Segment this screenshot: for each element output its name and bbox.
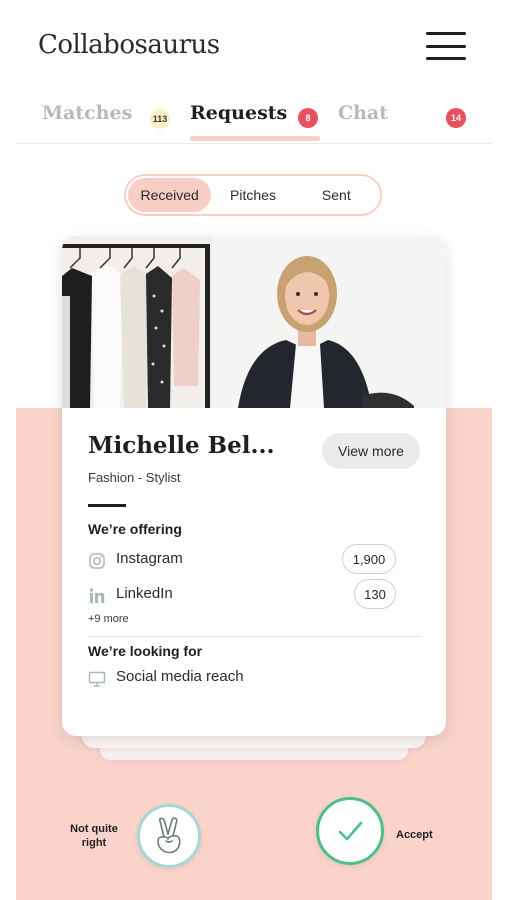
- monitor-icon: [88, 671, 106, 687]
- tab-requests[interactable]: Requests: [190, 102, 287, 124]
- offering-item-label: Instagram: [116, 550, 183, 567]
- offering-heading: We’re offering: [88, 521, 182, 537]
- follower-count-badge: 130: [354, 579, 396, 609]
- segment-received[interactable]: Received: [128, 178, 212, 212]
- tab-matches[interactable]: Matches: [42, 102, 132, 124]
- peace-hand-icon: [157, 817, 181, 854]
- looking-for-item-label: Social media reach: [116, 668, 244, 685]
- tab-bar: Matches 113 Requests 8 Chat 14: [16, 98, 492, 144]
- looking-for-heading: We’re looking for: [88, 643, 203, 659]
- matches-count-badge: 113: [150, 109, 170, 129]
- more-offerings-link[interactable]: +9 more: [88, 613, 129, 625]
- view-more-button[interactable]: View more: [322, 433, 420, 469]
- section-divider: [88, 636, 422, 637]
- offering-item-label: LinkedIn: [116, 585, 173, 602]
- tab-chat[interactable]: Chat: [338, 102, 388, 124]
- profile-category: Fashion - Stylist: [88, 470, 181, 485]
- decline-label: Not quite right: [70, 823, 118, 849]
- instagram-icon: [89, 553, 105, 569]
- checkmark-icon: [338, 821, 363, 841]
- profile-photo-illustration: [62, 236, 446, 408]
- section-divider: [88, 504, 126, 507]
- segment-pitches[interactable]: Pitches: [211, 178, 294, 212]
- decline-button[interactable]: [137, 804, 201, 868]
- follower-count-badge: 1,900: [342, 544, 396, 574]
- profile-card[interactable]: Michelle Bel... View more Fashion - Styl…: [62, 236, 446, 736]
- segment-sent[interactable]: Sent: [295, 178, 378, 212]
- active-tab-indicator: [190, 136, 320, 141]
- chat-count-badge: 14: [446, 108, 466, 128]
- app-title: Collabosaurus: [38, 30, 220, 60]
- requests-count-badge: 8: [298, 108, 318, 128]
- hamburger-menu-icon[interactable]: [426, 32, 466, 60]
- accept-label: Accept: [396, 829, 433, 841]
- profile-photo: [62, 236, 446, 408]
- request-filter-segmented-control: Received Pitches Sent: [124, 174, 382, 216]
- linkedin-icon: [89, 588, 105, 603]
- profile-name: Michelle Bel...: [88, 432, 275, 459]
- accept-button[interactable]: [316, 797, 384, 865]
